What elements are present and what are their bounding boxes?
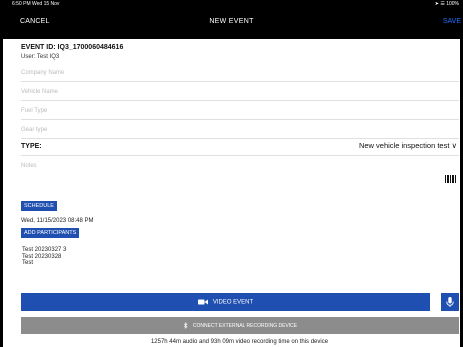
type-divider (21, 155, 459, 156)
nav-bar: CANCEL NEW EVENT SAVE (0, 8, 463, 39)
bluetooth-icon (183, 322, 188, 329)
connect-external-device-button[interactable]: CONNECT EXTERNAL RECORDING DEVICE (21, 317, 459, 334)
microphone-icon (446, 297, 454, 307)
fuel-type-field[interactable]: Fuel Type (21, 102, 459, 120)
type-select[interactable]: New vehicle inspection test ∨ (359, 141, 457, 150)
recording-time-info: 1257h 44m audio and 93h 09m video record… (150, 339, 329, 345)
participant-item: Test (22, 260, 34, 266)
vehicle-name-placeholder: Vehicle Name (21, 89, 59, 95)
left-frame-edge (0, 39, 3, 347)
event-id: EVENT ID: IQ3_1700060484616 (21, 44, 124, 51)
schedule-date: Wed, 11/15/2023 08:48 PM (21, 218, 94, 224)
fuel-type-placeholder: Fuel Type (21, 108, 48, 114)
participant-item: Test 20230327 3 (22, 247, 67, 253)
company-name-field[interactable]: Company Name (21, 64, 459, 82)
video-event-label: VIDEO EVENT (212, 299, 254, 306)
save-button[interactable]: SAVE (443, 18, 461, 25)
gear-type-field[interactable]: Gear type (21, 121, 459, 139)
status-indicators: ➤ ☰ 100% (434, 1, 459, 7)
video-event-button[interactable]: VIDEO EVENT (21, 293, 430, 311)
notes-field[interactable]: Notes (21, 163, 37, 169)
connect-external-device-label: CONNECT EXTERNAL RECORDING DEVICE (192, 322, 298, 329)
event-user: User: Test IQ3 (21, 54, 60, 60)
company-name-placeholder: Company Name (21, 70, 65, 76)
status-time: 6:50 PM Wed 15 Nov (12, 1, 60, 7)
barcode-icon[interactable] (445, 174, 457, 184)
participants-list: Test 20230327 3 Test 20230328 Test (22, 247, 66, 267)
video-camera-icon (197, 299, 208, 305)
vehicle-name-field[interactable]: Vehicle Name (21, 83, 459, 101)
audio-record-button[interactable] (441, 293, 459, 311)
page-title: NEW EVENT (209, 18, 254, 25)
schedule-button[interactable]: SCHEDULE (21, 201, 57, 211)
status-bar: 6:50 PM Wed 15 Nov ➤ ☰ 100% (0, 0, 463, 8)
add-participants-button[interactable]: ADD PARTICIPANTS (21, 228, 80, 238)
type-label: TYPE: (21, 143, 42, 150)
gear-type-placeholder: Gear type (21, 127, 48, 133)
